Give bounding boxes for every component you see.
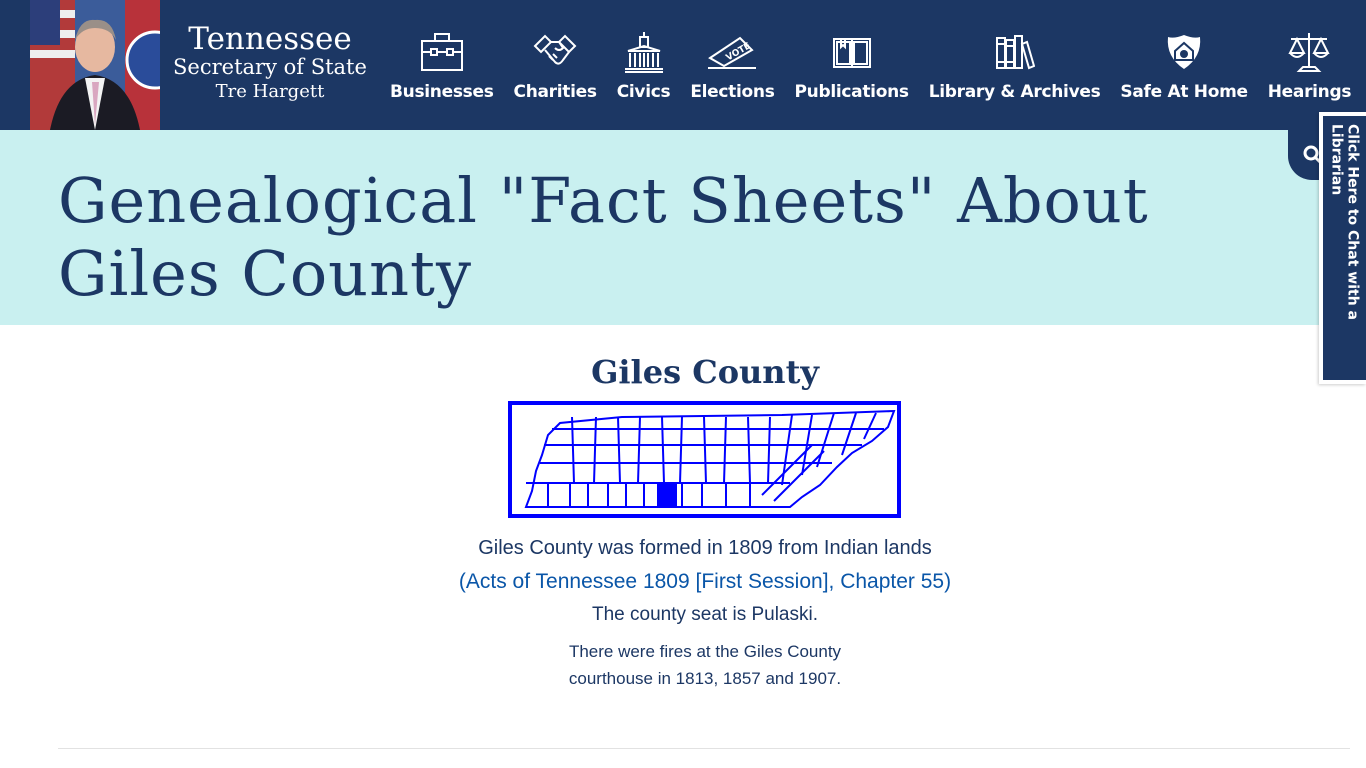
nav-label: Hearings [1267,82,1352,102]
formation-text: Giles County was formed in 1809 from Ind… [478,537,932,559]
nav-publications[interactable]: Publications [785,30,919,120]
page-title: Genealogical "Fact Sheets" About Giles C… [58,164,1149,310]
nav-charities[interactable]: Charities [504,30,607,120]
handshake-icon [533,30,577,74]
brand-office: Secretary of State [173,55,367,79]
county-seat-text: The county seat is Pulaski. [592,604,818,625]
nav-civics[interactable]: Civics [607,30,681,120]
nav-elections[interactable]: VOTE Elections [680,30,784,120]
nav-label: Civics [616,82,671,102]
briefcase-icon [420,30,464,74]
shield-home-icon [1162,30,1206,74]
fires-line-1: There were fires at the Giles County [568,642,842,661]
fires-line-2: courthouse in 1813, 1857 and 1907. [568,669,842,688]
nav-label: Charities [513,82,597,102]
main-nav: Businesses Charities Civics VOTE Electio… [380,30,1366,120]
site-brand[interactable]: Tennessee Secretary of State Tre Hargett [170,22,370,106]
secretary-portrait[interactable] [30,0,160,130]
brand-state: Tennessee [188,21,352,57]
nav-businesses[interactable]: Businesses [380,30,504,120]
giles-county-highlight [657,482,677,508]
site-header: Tennessee Secretary of State Tre Hargett… [0,0,1366,130]
nav-safe-at-home[interactable]: Safe At Home [1110,30,1257,120]
brand-name: Tre Hargett [215,81,325,102]
acts-of-tennessee-link[interactable]: (Acts of Tennessee 1809 [First Session],… [0,570,1366,594]
capitol-icon [622,30,666,74]
chat-librarian-label[interactable]: Click Here to Chat with a Librarian [1323,116,1366,380]
scales-icon [1287,30,1331,74]
county-title: Giles County [591,353,819,391]
nav-label: Businesses [390,82,494,102]
tennessee-county-map [508,401,901,518]
section-divider [58,748,1350,749]
nav-label: Safe At Home [1120,82,1248,102]
chat-librarian-tab[interactable]: Click Here to Chat with a Librarian [1319,112,1366,384]
nav-label: Publications [794,82,910,102]
books-icon [993,30,1037,74]
page-hero: Genealogical "Fact Sheets" About Giles C… [0,130,1366,325]
nav-label: Elections [690,82,775,102]
open-book-icon [830,30,874,74]
courthouse-fires-text: There were fires at the Giles County cou… [0,638,1366,692]
nav-contact-us[interactable]: Contact Us [1361,30,1366,120]
ballot-vote-icon: VOTE [706,30,758,74]
nav-library-archives[interactable]: Library & Archives [919,30,1111,120]
nav-hearings[interactable]: Hearings [1258,30,1361,120]
nav-label: Library & Archives [928,82,1101,102]
